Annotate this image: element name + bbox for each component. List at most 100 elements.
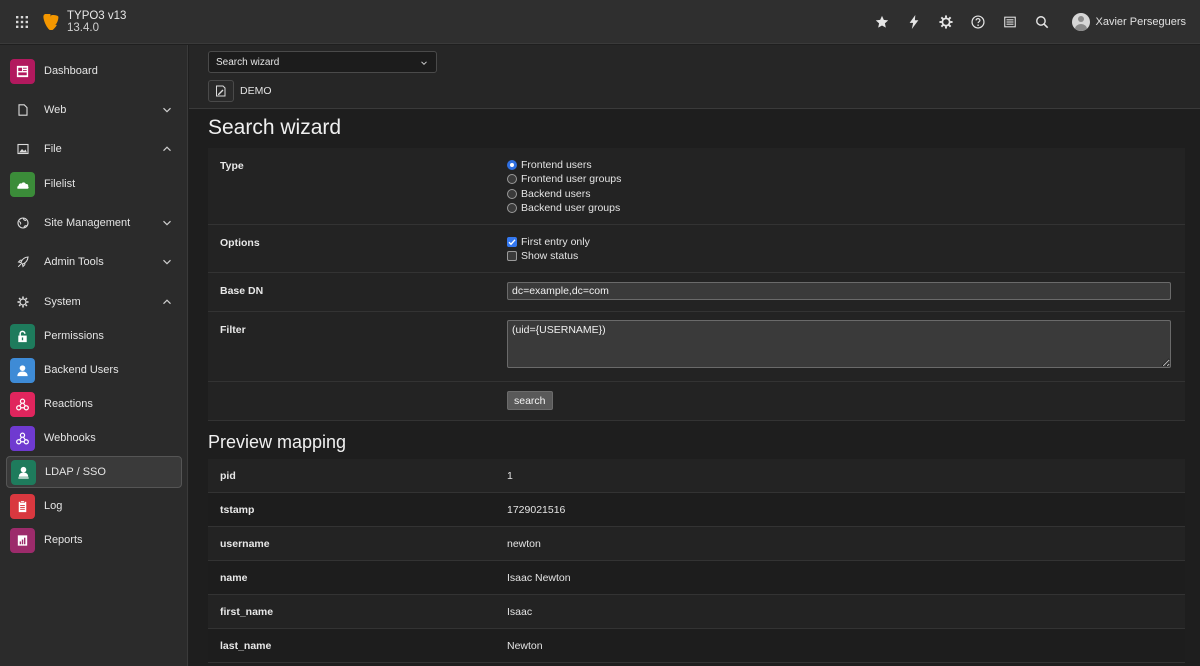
type-label: Type xyxy=(220,160,244,172)
sidebar-item-backend-users[interactable]: Backend Users xyxy=(6,354,182,386)
sidebar-item-label: Log xyxy=(44,500,63,512)
filter-textarea[interactable]: (uid={USERNAME}) xyxy=(507,320,1171,368)
search-button[interactable] xyxy=(1026,0,1058,44)
table-row: username newton xyxy=(208,527,1185,561)
page-edit-icon[interactable] xyxy=(208,80,234,102)
sidebar-item-label: Site Management xyxy=(44,217,131,229)
help-button[interactable] xyxy=(962,0,994,44)
chevron-down-icon xyxy=(163,107,171,113)
lock-icon xyxy=(10,323,35,349)
mapping-value: Isaac xyxy=(507,606,533,618)
sidebar-item-label: System xyxy=(44,296,81,308)
reactions-icon xyxy=(10,391,35,417)
module-sidebar: Dashboard Web File Filelist Site Managem… xyxy=(0,45,188,666)
mapping-value: Isaac Newton xyxy=(507,572,571,584)
sidebar-item-file[interactable]: File xyxy=(6,133,182,165)
type-option-frontend-users[interactable]: Frontend users xyxy=(507,158,621,172)
system-settings-button[interactable] xyxy=(930,0,962,44)
type-option-frontend-user-groups[interactable]: Frontend user groups xyxy=(507,172,621,186)
globe-icon xyxy=(10,211,35,236)
chevron-down-icon xyxy=(163,220,171,226)
radio-button[interactable] xyxy=(507,188,517,199)
rocket-icon xyxy=(10,250,35,275)
search-button[interactable]: search xyxy=(507,391,553,410)
typo3-logo-icon xyxy=(43,13,59,30)
doc-header: Search wizard DEMO xyxy=(189,45,1200,109)
star-icon xyxy=(875,15,888,28)
sidebar-item-web[interactable]: Web xyxy=(6,94,182,126)
sidebar-item-label: Webhooks xyxy=(44,432,96,444)
list-icon xyxy=(1003,16,1016,28)
page-title: Search wizard xyxy=(208,116,342,139)
lightning-icon xyxy=(909,15,918,29)
mapping-key: tstamp xyxy=(220,504,255,516)
function-select-value: Search wizard xyxy=(216,57,280,68)
avatar xyxy=(1071,13,1090,31)
typo3-logo[interactable]: TYPO3 v13 13.4.0 xyxy=(43,10,126,34)
type-option-backend-user-groups[interactable]: Backend user groups xyxy=(507,201,621,215)
breadcrumb-page[interactable]: DEMO xyxy=(240,85,272,97)
app-version: 13.4.0 xyxy=(67,21,99,34)
module-menu-toggle[interactable] xyxy=(0,0,44,44)
opendocs-button[interactable] xyxy=(994,0,1026,44)
sidebar-item-ldap-sso[interactable]: LDAP / SSO xyxy=(6,456,182,488)
reports-icon xyxy=(10,527,35,553)
sidebar-item-log[interactable]: Log xyxy=(6,490,182,522)
submit-row: search xyxy=(208,382,1185,421)
user-menu[interactable]: Xavier Perseguers xyxy=(1058,13,1200,31)
sidebar-item-label: Permissions xyxy=(44,330,104,342)
app-name: TYPO3 v13 xyxy=(67,9,127,22)
sidebar-item-webhooks[interactable]: Webhooks xyxy=(6,422,182,454)
sidebar-item-dashboard[interactable]: Dashboard xyxy=(6,55,182,87)
filter-row: Filter (uid={USERNAME}) xyxy=(208,312,1185,382)
sidebar-item-site-management[interactable]: Site Management xyxy=(6,207,182,239)
sidebar-item-system[interactable]: System xyxy=(6,286,182,318)
chevron-up-icon xyxy=(163,299,171,305)
grid-icon xyxy=(16,15,28,28)
mapping-key: pid xyxy=(220,470,236,482)
preview-title: Preview mapping xyxy=(208,432,347,452)
mapping-value: 1 xyxy=(507,470,513,482)
bookmark-button[interactable] xyxy=(866,0,898,44)
image-icon xyxy=(10,137,35,162)
user-name: Xavier Perseguers xyxy=(1095,16,1187,28)
chevron-up-icon xyxy=(163,146,171,152)
basedn-input[interactable] xyxy=(507,282,1171,300)
checkbox[interactable] xyxy=(507,251,517,262)
sidebar-item-reports[interactable]: Reports xyxy=(6,524,182,556)
cog-icon xyxy=(10,290,35,315)
checkbox[interactable] xyxy=(507,237,517,248)
mapping-key: username xyxy=(220,538,270,550)
sidebar-item-reactions[interactable]: Reactions xyxy=(6,388,182,420)
sidebar-item-label: Admin Tools xyxy=(44,256,104,268)
backend-user-icon xyxy=(10,357,35,383)
chevron-down-icon xyxy=(163,259,171,265)
options-label: Options xyxy=(220,237,260,249)
sidebar-item-label: File xyxy=(44,143,62,155)
radio-button[interactable] xyxy=(507,160,517,171)
table-row: tstamp 1729021516 xyxy=(208,493,1185,527)
option-first-entry-only[interactable]: First entry only xyxy=(507,235,590,249)
option-label: Backend users xyxy=(521,187,591,200)
type-option-backend-users[interactable]: Backend users xyxy=(507,187,621,201)
clear-cache-button[interactable] xyxy=(898,0,930,44)
sidebar-item-permissions[interactable]: Permissions xyxy=(6,320,182,352)
sidebar-item-label: Reports xyxy=(44,534,83,546)
table-row: first_name Isaac xyxy=(208,595,1185,629)
option-label: Show status xyxy=(521,250,579,263)
basedn-label: Base DN xyxy=(220,285,264,297)
sidebar-item-filelist[interactable]: Filelist xyxy=(6,168,182,200)
function-select[interactable]: Search wizard xyxy=(208,51,437,73)
option-show-status[interactable]: Show status xyxy=(507,249,590,263)
mapping-key: name xyxy=(220,572,248,584)
mapping-key: first_name xyxy=(220,606,274,618)
chevron-down-icon xyxy=(421,61,427,66)
mapping-value: Newton xyxy=(507,640,543,652)
radio-button[interactable] xyxy=(507,174,517,185)
module-content: Search wizard DEMO Search wizard Type Fr… xyxy=(189,45,1200,666)
option-label: Backend user groups xyxy=(521,202,621,215)
mapping-value: 1729021516 xyxy=(507,504,566,516)
radio-button[interactable] xyxy=(507,203,517,214)
ldap-user-icon xyxy=(11,459,36,485)
sidebar-item-admin-tools[interactable]: Admin Tools xyxy=(6,246,182,278)
